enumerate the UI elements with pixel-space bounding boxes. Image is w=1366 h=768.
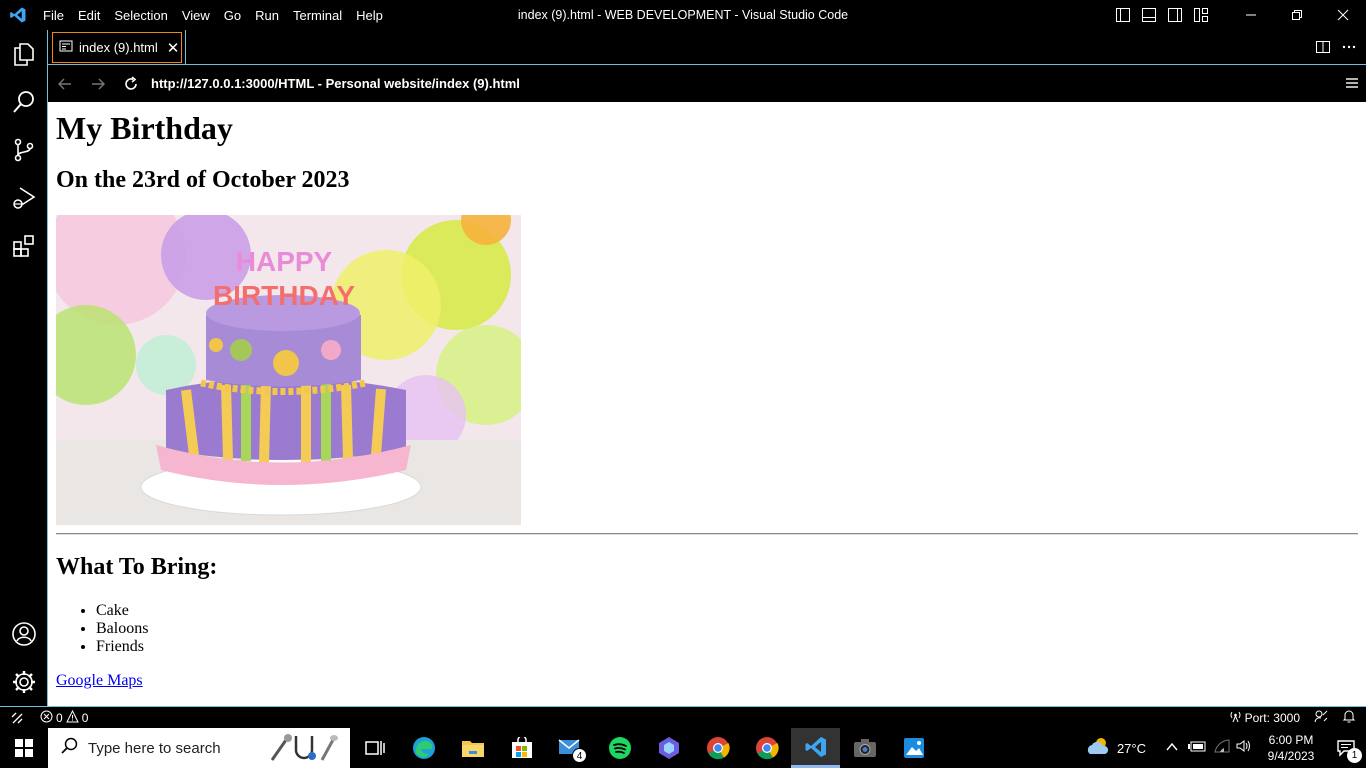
page-title: My Birthday: [56, 110, 233, 146]
weather-temp: 27°C: [1116, 740, 1146, 756]
vscode-logo-icon: [0, 0, 36, 30]
live-server-port[interactable]: Port: 3000: [1229, 710, 1300, 726]
toggle-primary-sidebar-icon[interactable]: [1110, 0, 1136, 30]
clock-time: 6:00 PM: [1268, 733, 1314, 747]
remote-desktop-app-icon[interactable]: [644, 728, 693, 768]
activity-bar: [0, 30, 48, 706]
cake-birthday-text: BIRTHDAY: [213, 280, 355, 311]
windows-start-icon[interactable]: [0, 728, 48, 768]
minimize-icon[interactable]: [1228, 0, 1274, 30]
wifi-icon[interactable]: [1214, 738, 1230, 758]
remote-indicator-icon[interactable]: [0, 707, 34, 728]
web-page: My Birthday On the 23rd of October 2023: [48, 102, 1366, 706]
battery-icon[interactable]: [1188, 739, 1206, 757]
task-view-icon[interactable]: [350, 728, 399, 768]
list-item: Friends: [96, 638, 148, 656]
url-field[interactable]: http://127.0.0.1:3000/HTML - Personal we…: [151, 76, 520, 91]
menu-file[interactable]: File: [36, 8, 71, 23]
port-label: Port: 3000: [1244, 710, 1300, 725]
list-item: Baloons: [96, 620, 148, 638]
search-placeholder: Type here to search: [88, 739, 221, 757]
system-tray: 27°C 6:00 PM 9/4/2023 1: [1085, 728, 1366, 768]
menu-bar: File Edit Selection View Go Run Terminal…: [36, 0, 390, 30]
more-actions-icon[interactable]: [1340, 38, 1358, 56]
date-heading: On the 23rd of October 2023: [56, 167, 350, 193]
back-arrow-icon[interactable]: [48, 65, 81, 102]
warning-icon: [65, 709, 79, 726]
tab-label: index (9).html: [79, 40, 158, 55]
menu-run[interactable]: Run: [248, 8, 286, 23]
horizontal-divider: [56, 533, 1358, 535]
close-window-icon[interactable]: [1320, 0, 1366, 30]
problems-indicator[interactable]: 0 0: [40, 709, 89, 726]
camera-icon[interactable]: [840, 728, 889, 768]
error-count: 0: [56, 710, 63, 725]
spotify-icon[interactable]: [595, 728, 644, 768]
weather-cloud-icon[interactable]: [1085, 736, 1111, 761]
clock-date: 9/4/2023: [1267, 749, 1315, 763]
status-bar: 0 0 Port: 3000: [0, 706, 1366, 728]
windows-taskbar: Type here to search 4 27°C 6:00 PM 9/4/2…: [0, 728, 1366, 768]
search-magnifier-icon: [60, 737, 78, 760]
broadcast-icon: [1229, 710, 1242, 726]
list-item: Cake: [96, 602, 148, 620]
customize-layout-icon[interactable]: [1188, 0, 1214, 30]
chrome-profile-icon[interactable]: [742, 728, 791, 768]
accounts-icon[interactable]: [0, 610, 47, 658]
show-hidden-icons-icon[interactable]: [1166, 739, 1178, 757]
source-control-icon[interactable]: [0, 126, 47, 174]
chrome-icon[interactable]: [693, 728, 742, 768]
vscode-taskbar-icon[interactable]: [791, 728, 840, 768]
split-editor-icon[interactable]: [1314, 38, 1332, 56]
menu-help[interactable]: Help: [349, 8, 390, 23]
preview-icon: [59, 39, 73, 56]
explorer-icon[interactable]: [0, 30, 47, 78]
menu-terminal[interactable]: Terminal: [286, 8, 349, 23]
action-center-icon[interactable]: 1: [1326, 739, 1366, 763]
forward-arrow-icon[interactable]: [81, 65, 114, 102]
restore-icon[interactable]: [1274, 0, 1320, 30]
manage-gear-icon[interactable]: [0, 658, 47, 706]
extensions-icon[interactable]: [0, 222, 47, 270]
taskbar-search-box[interactable]: Type here to search: [48, 728, 350, 768]
browser-menu-icon[interactable]: [1344, 75, 1360, 91]
notification-count-badge: 1: [1347, 748, 1362, 763]
menu-view[interactable]: View: [175, 8, 217, 23]
run-and-debug-icon[interactable]: [0, 174, 47, 222]
toggle-panel-icon[interactable]: [1136, 0, 1162, 30]
tab-index-html[interactable]: index (9).html ✕: [52, 32, 182, 63]
bring-list: Cake Baloons Friends: [96, 602, 148, 656]
close-tab-icon[interactable]: ✕: [167, 39, 180, 57]
notifications-bell-icon[interactable]: [1342, 709, 1356, 726]
edge-browser-icon[interactable]: [399, 728, 448, 768]
menu-selection[interactable]: Selection: [107, 8, 174, 23]
menu-edit[interactable]: Edit: [71, 8, 107, 23]
file-explorer-icon[interactable]: [448, 728, 497, 768]
mail-badge: 4: [572, 748, 587, 763]
volume-icon[interactable]: [1236, 739, 1252, 758]
reload-icon[interactable]: [114, 65, 147, 102]
title-bar: File Edit Selection View Go Run Terminal…: [0, 0, 1366, 30]
toggle-secondary-sidebar-icon[interactable]: [1162, 0, 1188, 30]
menu-go[interactable]: Go: [217, 8, 248, 23]
browser-nav-bar: http://127.0.0.1:3000/HTML - Personal we…: [48, 65, 1366, 102]
error-icon: [40, 710, 53, 726]
bring-heading: What To Bring:: [56, 554, 218, 580]
search-icon[interactable]: [0, 78, 47, 126]
mail-icon[interactable]: 4: [546, 728, 595, 768]
editor-tab-bar: index (9).html ✕: [48, 30, 1366, 65]
google-maps-link[interactable]: Google Maps: [56, 672, 143, 690]
microsoft-store-icon[interactable]: [497, 728, 546, 768]
cake-happy-text: HAPPY: [236, 246, 333, 277]
feedback-icon[interactable]: [1314, 709, 1328, 726]
photos-icon[interactable]: [889, 728, 938, 768]
taskbar-clock[interactable]: 6:00 PM 9/4/2023: [1256, 732, 1326, 764]
tab-divider: [185, 30, 186, 64]
birthday-cake-image: HAPPY BIRTHDAY: [56, 215, 521, 525]
warning-count: 0: [81, 710, 89, 725]
search-highlight-tools-icon: [268, 732, 340, 768]
